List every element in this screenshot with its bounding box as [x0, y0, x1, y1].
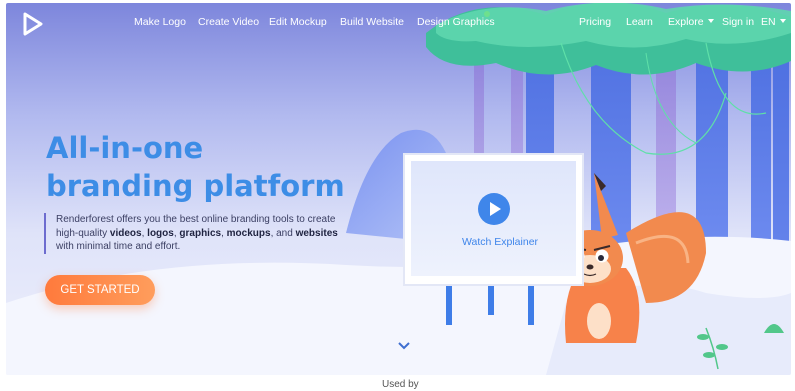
desc-and: and [273, 227, 296, 239]
hero-section: Watch Explainer Make Logo Create Video E… [6, 3, 791, 375]
get-started-button[interactable]: GET STARTED [45, 275, 155, 305]
renderforest-logo[interactable] [22, 12, 44, 36]
desc-logos: logos [147, 227, 174, 239]
desc-websites: websites [295, 227, 338, 239]
desc-graphics: graphics [179, 227, 222, 239]
chevron-down-icon[interactable] [397, 341, 411, 351]
nav-create-video[interactable]: Create Video [198, 16, 259, 28]
page: Watch Explainer Make Logo Create Video E… [0, 0, 795, 391]
hero-title-line1: All-in-one [46, 131, 204, 165]
nav-edit-mockup[interactable]: Edit Mockup [269, 16, 327, 28]
desc-end: with minimal time and effort. [56, 241, 181, 252]
new-indicator-dot [484, 11, 490, 17]
nav-pricing[interactable]: Pricing [579, 16, 611, 28]
play-icon[interactable] [478, 193, 510, 225]
nav-learn[interactable]: Learn [626, 16, 653, 28]
hero-title-line2: branding platform [46, 169, 345, 203]
nav-sign-in[interactable]: Sign in [722, 16, 754, 28]
top-navigation: Make Logo Create Video Edit Mockup Build… [6, 3, 791, 43]
nav-design-graphics[interactable]: Design Graphics [417, 16, 495, 28]
nav-make-logo[interactable]: Make Logo [134, 16, 186, 28]
nav-build-website[interactable]: Build Website [340, 16, 404, 28]
language-label: EN [761, 16, 776, 28]
nav-explore[interactable]: Explore [668, 16, 714, 28]
desc-mockups: mockups [226, 227, 271, 239]
caret-down-icon [707, 19, 714, 23]
watch-explainer-link[interactable]: Watch Explainer [452, 236, 548, 248]
hero-title: All-in-one branding platform [46, 129, 345, 205]
caret-down-icon [779, 19, 786, 23]
language-select[interactable]: EN [761, 16, 786, 28]
nav-explore-label: Explore [668, 16, 704, 28]
used-by-label: Used by [382, 379, 419, 390]
desc-videos: videos [109, 227, 142, 239]
hero-description: Renderforest offers you the best online … [44, 213, 346, 254]
